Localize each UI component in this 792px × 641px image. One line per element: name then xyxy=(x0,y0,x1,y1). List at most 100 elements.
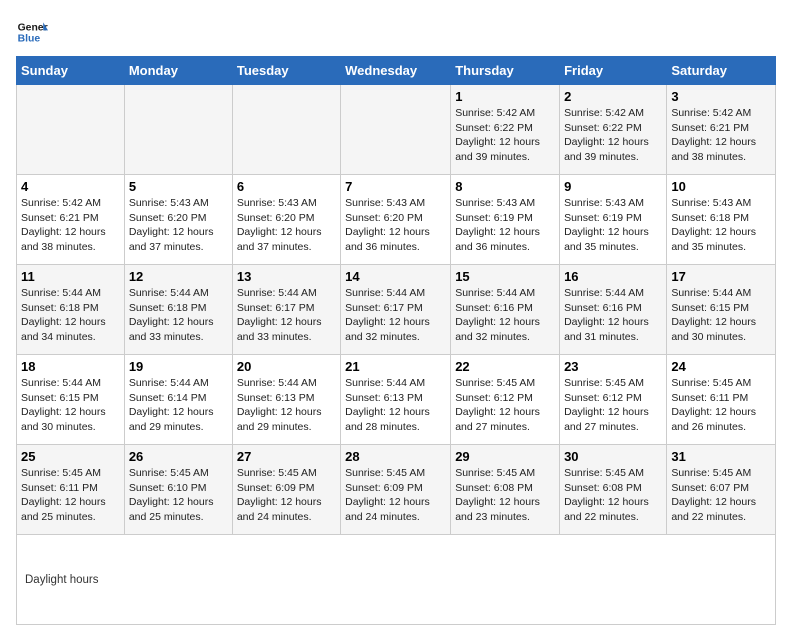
day-cell: 30 Sunrise: 5:45 AM Sunset: 6:08 PM Dayli… xyxy=(560,445,667,535)
day-number: 25 xyxy=(21,449,120,464)
day-number: 4 xyxy=(21,179,120,194)
day-detail: Sunrise: 5:43 AM Sunset: 6:19 PM Dayligh… xyxy=(564,196,662,255)
day-number: 14 xyxy=(345,269,446,284)
day-detail: Sunrise: 5:42 AM Sunset: 6:21 PM Dayligh… xyxy=(671,106,771,165)
day-number: 18 xyxy=(21,359,120,374)
day-cell: 28Sunrise: 5:45 AM Sunset: 6:09 PM Dayli… xyxy=(341,445,451,535)
day-cell: 2Sunrise: 5:42 AM Sunset: 6:22 PM Daylig… xyxy=(560,85,667,175)
day-cell: 16Sunrise: 5:44 AM Sunset: 6:16 PM Dayli… xyxy=(560,265,667,355)
day-cell: 9 Sunrise: 5:43 AM Sunset: 6:19 PM Daylig… xyxy=(560,175,667,265)
day-cell: 24Sunrise: 5:45 AM Sunset: 6:11 PM Dayli… xyxy=(667,355,776,445)
day-detail: Sunrise: 5:43 AM Sunset: 6:20 PM Dayligh… xyxy=(237,196,336,255)
day-cell: 21 Sunrise: 5:44 AM Sunset: 6:13 PM Dayli… xyxy=(341,355,451,445)
day-cell: 19 Sunrise: 5:44 AM Sunset: 6:14 PM Dayli… xyxy=(124,355,232,445)
page-header: General Blue xyxy=(16,16,776,48)
day-number: 16 xyxy=(564,269,662,284)
day-detail: Sunrise: 5:45 AM Sunset: 6:07 PM Dayligh… xyxy=(671,466,771,525)
day-number: 19 xyxy=(129,359,228,374)
day-detail: Sunrise: 5:44 AM Sunset: 6:16 PM Dayligh… xyxy=(455,286,555,345)
day-cell: 5Sunrise: 5:43 AM Sunset: 6:20 PM Daylig… xyxy=(124,175,232,265)
day-cell: 6 Sunrise: 5:43 AM Sunset: 6:20 PM Daylig… xyxy=(232,175,340,265)
day-detail: Sunrise: 5:43 AM Sunset: 6:20 PM Dayligh… xyxy=(129,196,228,255)
week-row-5: 25 Sunrise: 5:45 AM Sunset: 6:11 PM Dayli… xyxy=(17,445,776,535)
weekday-header-friday: Friday xyxy=(560,57,667,85)
day-detail: Sunrise: 5:44 AM Sunset: 6:13 PM Dayligh… xyxy=(237,376,336,435)
day-cell: 23 Sunrise: 5:45 AM Sunset: 6:12 PM Dayli… xyxy=(560,355,667,445)
calendar-header: SundayMondayTuesdayWednesdayThursdayFrid… xyxy=(17,57,776,85)
day-detail: Sunrise: 5:43 AM Sunset: 6:20 PM Dayligh… xyxy=(345,196,446,255)
day-cell: 1 Sunrise: 5:42 AM Sunset: 6:22 PM Daylig… xyxy=(451,85,560,175)
day-number: 28 xyxy=(345,449,446,464)
day-cell: 11Sunrise: 5:44 AM Sunset: 6:18 PM Dayli… xyxy=(17,265,125,355)
week-row-1: 1 Sunrise: 5:42 AM Sunset: 6:22 PM Daylig… xyxy=(17,85,776,175)
day-cell: 13 Sunrise: 5:44 AM Sunset: 6:17 PM Dayli… xyxy=(232,265,340,355)
day-number: 15 xyxy=(455,269,555,284)
weekday-header-wednesday: Wednesday xyxy=(341,57,451,85)
day-cell: 8 Sunrise: 5:43 AM Sunset: 6:19 PM Daylig… xyxy=(451,175,560,265)
day-number: 7 xyxy=(345,179,446,194)
day-number: 1 xyxy=(455,89,555,104)
day-detail: Sunrise: 5:44 AM Sunset: 6:13 PM Dayligh… xyxy=(345,376,446,435)
note-row: Daylight hours xyxy=(17,535,776,625)
day-number: 3 xyxy=(671,89,771,104)
day-detail: Sunrise: 5:42 AM Sunset: 6:22 PM Dayligh… xyxy=(564,106,662,165)
calendar-body: 1 Sunrise: 5:42 AM Sunset: 6:22 PM Daylig… xyxy=(17,85,776,625)
day-cell: 12Sunrise: 5:44 AM Sunset: 6:18 PM Dayli… xyxy=(124,265,232,355)
day-detail: Sunrise: 5:45 AM Sunset: 6:08 PM Dayligh… xyxy=(455,466,555,525)
day-cell: 10Sunrise: 5:43 AM Sunset: 6:18 PM Dayli… xyxy=(667,175,776,265)
day-number: 29 xyxy=(455,449,555,464)
day-number: 8 xyxy=(455,179,555,194)
week-row-4: 18Sunrise: 5:44 AM Sunset: 6:15 PM Dayli… xyxy=(17,355,776,445)
calendar-table: SundayMondayTuesdayWednesdayThursdayFrid… xyxy=(16,56,776,625)
day-cell: 29 Sunrise: 5:45 AM Sunset: 6:08 PM Dayli… xyxy=(451,445,560,535)
day-cell: 20Sunrise: 5:44 AM Sunset: 6:13 PM Dayli… xyxy=(232,355,340,445)
day-detail: Sunrise: 5:45 AM Sunset: 6:09 PM Dayligh… xyxy=(237,466,336,525)
day-detail: Sunrise: 5:44 AM Sunset: 6:18 PM Dayligh… xyxy=(129,286,228,345)
day-detail: Sunrise: 5:45 AM Sunset: 6:12 PM Dayligh… xyxy=(455,376,555,435)
day-cell: 3 Sunrise: 5:42 AM Sunset: 6:21 PM Daylig… xyxy=(667,85,776,175)
day-cell: 14 Sunrise: 5:44 AM Sunset: 6:17 PM Dayli… xyxy=(341,265,451,355)
day-detail: Sunrise: 5:45 AM Sunset: 6:10 PM Dayligh… xyxy=(129,466,228,525)
day-number: 27 xyxy=(237,449,336,464)
svg-text:Blue: Blue xyxy=(18,34,41,45)
day-cell: 26Sunrise: 5:45 AM Sunset: 6:10 PM Dayli… xyxy=(124,445,232,535)
weekday-header-monday: Monday xyxy=(124,57,232,85)
day-detail: Sunrise: 5:42 AM Sunset: 6:21 PM Dayligh… xyxy=(21,196,120,255)
day-number: 11 xyxy=(21,269,120,284)
day-number: 10 xyxy=(671,179,771,194)
day-detail: Sunrise: 5:45 AM Sunset: 6:12 PM Dayligh… xyxy=(564,376,662,435)
day-number: 23 xyxy=(564,359,662,374)
day-number: 9 xyxy=(564,179,662,194)
logo: General Blue xyxy=(16,16,48,48)
weekday-header-thursday: Thursday xyxy=(451,57,560,85)
day-cell: 18Sunrise: 5:44 AM Sunset: 6:15 PM Dayli… xyxy=(17,355,125,445)
day-number: 31 xyxy=(671,449,771,464)
day-detail: Sunrise: 5:45 AM Sunset: 6:08 PM Dayligh… xyxy=(564,466,662,525)
day-number: 30 xyxy=(564,449,662,464)
weekday-header-saturday: Saturday xyxy=(667,57,776,85)
day-number: 13 xyxy=(237,269,336,284)
day-number: 6 xyxy=(237,179,336,194)
weekday-header-row: SundayMondayTuesdayWednesdayThursdayFrid… xyxy=(17,57,776,85)
day-detail: Sunrise: 5:44 AM Sunset: 6:14 PM Dayligh… xyxy=(129,376,228,435)
day-cell xyxy=(124,85,232,175)
day-detail: Sunrise: 5:45 AM Sunset: 6:11 PM Dayligh… xyxy=(21,466,120,525)
week-row-3: 11 Sunrise: 5:44 AM Sunset: 6:18 PM Dayli… xyxy=(17,265,776,355)
day-cell: 15 Sunrise: 5:44 AM Sunset: 6:16 PM Dayli… xyxy=(451,265,560,355)
day-cell: 4 Sunrise: 5:42 AM Sunset: 6:21 PM Daylig… xyxy=(17,175,125,265)
day-number: 21 xyxy=(345,359,446,374)
daylight-note: Daylight hours xyxy=(17,535,776,625)
logo-icon: General Blue xyxy=(16,16,48,48)
day-detail: Sunrise: 5:44 AM Sunset: 6:15 PM Dayligh… xyxy=(671,286,771,345)
day-number: 22 xyxy=(455,359,555,374)
day-cell xyxy=(17,85,125,175)
day-detail: Sunrise: 5:44 AM Sunset: 6:17 PM Dayligh… xyxy=(345,286,446,345)
day-detail: Sunrise: 5:44 AM Sunset: 6:17 PM Dayligh… xyxy=(237,286,336,345)
week-row-2: 4 Sunrise: 5:42 AM Sunset: 6:21 PM Daylig… xyxy=(17,175,776,265)
day-cell: 17Sunrise: 5:44 AM Sunset: 6:15 PM Dayli… xyxy=(667,265,776,355)
day-cell: 22 Sunrise: 5:45 AM Sunset: 6:12 PM Dayli… xyxy=(451,355,560,445)
day-detail: Sunrise: 5:42 AM Sunset: 6:22 PM Dayligh… xyxy=(455,106,555,165)
day-cell: 25 Sunrise: 5:45 AM Sunset: 6:11 PM Dayli… xyxy=(17,445,125,535)
day-cell: 27 Sunrise: 5:45 AM Sunset: 6:09 PM Dayli… xyxy=(232,445,340,535)
day-detail: Sunrise: 5:43 AM Sunset: 6:19 PM Dayligh… xyxy=(455,196,555,255)
